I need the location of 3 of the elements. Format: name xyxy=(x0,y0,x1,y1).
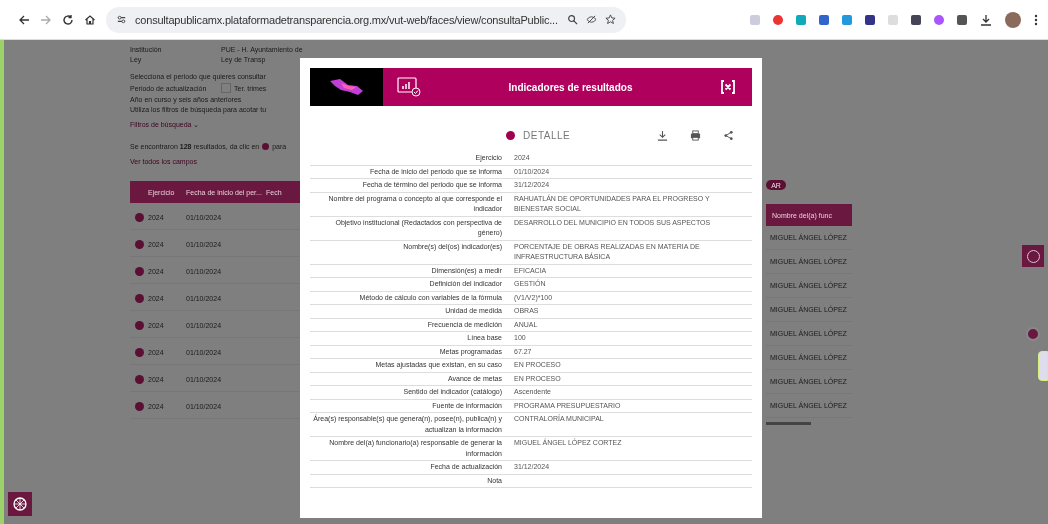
address-bar[interactable]: consultapublicamx.plataformadetransparencia.org.mx/vut-web/faces/view/consultaPublic... xyxy=(106,6,626,33)
section-title: DETALLE xyxy=(523,129,571,141)
modal-title: Indicadores de resultados xyxy=(507,81,634,93)
